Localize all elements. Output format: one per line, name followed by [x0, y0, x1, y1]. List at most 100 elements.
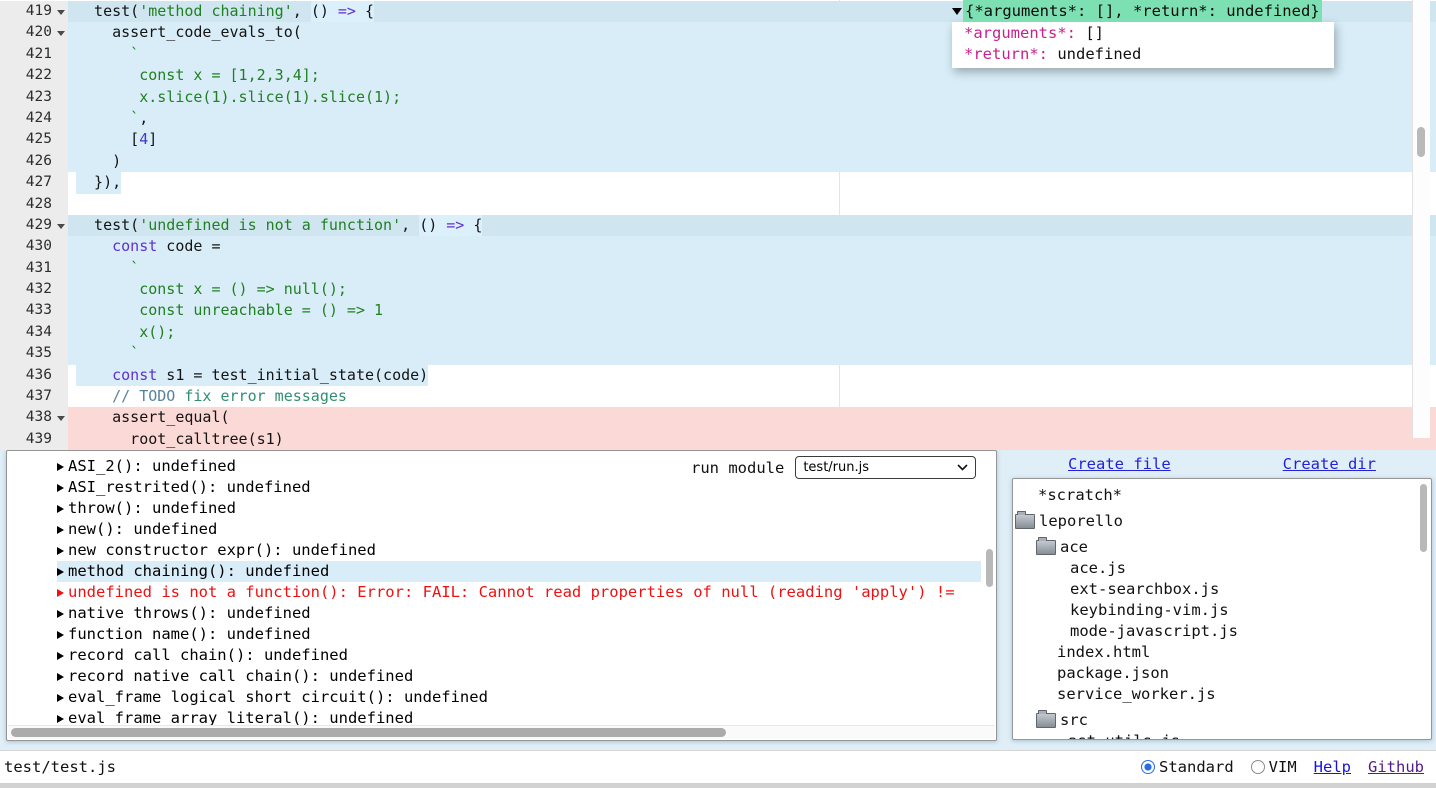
test-result-item[interactable]: ASI_restrited(): undefined [57, 477, 981, 498]
code-text[interactable]: const unreachable = () => 1 [68, 300, 1436, 321]
result-expand-icon[interactable] [57, 505, 64, 513]
code-text[interactable]: [4] [68, 129, 1436, 150]
code-line[interactable]: 426 ) [0, 151, 1436, 172]
keybinding-standard-option[interactable]: Standard [1141, 758, 1234, 776]
code-text[interactable]: // TODO fix error messages [68, 386, 1436, 407]
code-text[interactable]: }), [68, 172, 1436, 193]
code-text[interactable] [68, 194, 1436, 215]
results-vertical-scrollbar-thumb[interactable] [986, 549, 993, 587]
code-line[interactable]: 425 [4] [0, 129, 1436, 150]
tree-item[interactable]: leporello [1013, 511, 1416, 532]
result-expand-icon[interactable] [57, 694, 64, 702]
fold-arrow-icon[interactable] [57, 31, 65, 36]
radio-selected-icon[interactable] [1141, 760, 1155, 774]
code-line[interactable]: 423 x.slice(1).slice(1).slice(1); [0, 87, 1436, 108]
help-link[interactable]: Help [1314, 758, 1351, 776]
code-line[interactable]: 433 const unreachable = () => 1 [0, 300, 1436, 321]
code-text[interactable]: const s1 = test_initial_state(code) [68, 365, 1436, 386]
test-result-item[interactable]: method chaining(): undefined [57, 561, 981, 582]
code-line[interactable]: 431 ` [0, 258, 1436, 279]
code-editor[interactable]: 419 test('method chaining', () => {420 a… [0, 0, 1436, 439]
result-expand-icon[interactable] [57, 547, 64, 555]
tree-item[interactable]: ace.js [1013, 558, 1416, 579]
code-text[interactable]: x.slice(1).slice(1).slice(1); [68, 87, 1436, 108]
results-horizontal-scrollbar-thumb[interactable] [11, 728, 726, 737]
code-line[interactable]: 428 [0, 194, 1436, 215]
code-text[interactable]: root_calltree(s1) [68, 429, 1436, 450]
fold-arrow-icon[interactable] [57, 10, 65, 15]
code-line[interactable]: 434 x(); [0, 322, 1436, 343]
test-result-item[interactable]: eval_frame array_literal(): undefined [57, 708, 981, 725]
code-text[interactable]: assert_equal( [68, 407, 1436, 428]
code-text[interactable]: ` [68, 258, 1436, 279]
result-expand-icon[interactable] [57, 610, 64, 618]
code-text[interactable]: ) [68, 151, 1436, 172]
result-expand-icon[interactable] [57, 673, 64, 681]
tree-item[interactable]: index.html [1013, 642, 1416, 663]
collapse-triangle-icon[interactable] [952, 8, 962, 15]
code-line[interactable]: 435 ` [0, 343, 1436, 364]
result-label: eval_frame array_literal(): undefined [68, 708, 413, 725]
code-line[interactable]: 427 }), [0, 172, 1436, 193]
code-line[interactable]: 439 root_calltree(s1) [0, 429, 1436, 450]
result-expand-icon[interactable] [57, 589, 64, 597]
tree-item[interactable]: package.json [1013, 663, 1416, 684]
test-result-item[interactable]: new constructor expr(): undefined [57, 540, 981, 561]
tree-item[interactable]: service_worker.js [1013, 684, 1416, 705]
test-result-item[interactable]: new(): undefined [57, 519, 981, 540]
code-line[interactable]: 422 const x = [1,2,3,4]; [0, 65, 1436, 86]
result-expand-icon[interactable] [57, 631, 64, 639]
code-text[interactable]: test('undefined is not a function', () =… [68, 215, 1436, 236]
tree-item[interactable]: src [1013, 710, 1416, 731]
test-result-item[interactable]: undefined is not a function(): Error: FA… [57, 582, 981, 603]
tree-item[interactable]: *scratch* [1013, 485, 1416, 506]
fold-arrow-icon[interactable] [57, 416, 65, 421]
test-result-item[interactable]: throw(): undefined [57, 498, 981, 519]
tree-vertical-scrollbar-thumb[interactable] [1420, 484, 1427, 552]
editor-scrollbar[interactable] [1412, 0, 1430, 438]
github-link[interactable]: Github [1368, 758, 1424, 776]
run-module-select[interactable]: test/run.js [795, 456, 976, 479]
result-expand-icon[interactable] [57, 463, 64, 471]
result-expand-icon[interactable] [57, 568, 64, 576]
code-text[interactable]: const x = () => null(); [68, 279, 1436, 300]
results-horizontal-scrollbar[interactable] [8, 725, 995, 739]
code-text[interactable]: const x = [1,2,3,4]; [68, 65, 1436, 86]
radio-unselected-icon[interactable] [1251, 760, 1265, 774]
result-expand-icon[interactable] [57, 652, 64, 660]
tree-item[interactable]: ext-searchbox.js [1013, 579, 1416, 600]
code-line[interactable]: 437 // TODO fix error messages [0, 386, 1436, 407]
tree-item[interactable]: ace [1013, 537, 1416, 558]
result-expand-icon[interactable] [57, 526, 64, 534]
create-dir-link[interactable]: Create dir [1283, 455, 1376, 473]
editor-scrollbar-thumb[interactable] [1417, 127, 1425, 157]
code-text[interactable]: ` [68, 343, 1436, 364]
code-line[interactable]: 429 test('undefined is not a function', … [0, 215, 1436, 236]
result-expand-icon[interactable] [57, 484, 64, 492]
code-text[interactable]: const code = [68, 236, 1436, 257]
fold-arrow-icon[interactable] [57, 224, 65, 229]
value-popup-row[interactable]: *arguments*: [] [964, 23, 1328, 44]
tree-item[interactable]: mode-javascript.js [1013, 621, 1416, 642]
value-inspector-popup[interactable]: {*arguments*: [], *return*: undefined} *… [952, 0, 1334, 68]
code-line[interactable]: 432 const x = () => null(); [0, 279, 1436, 300]
code-line[interactable]: 438 assert_equal( [0, 407, 1436, 428]
value-popup-row[interactable]: *return*: undefined [964, 44, 1328, 65]
code-line[interactable]: 436 const s1 = test_initial_state(code) [0, 365, 1436, 386]
value-popup-summary[interactable]: {*arguments*: [], *return*: undefined} [963, 0, 1322, 22]
keybinding-vim-option[interactable]: VIM [1251, 758, 1297, 776]
value-popup-header[interactable]: {*arguments*: [], *return*: undefined} [952, 0, 1334, 22]
test-result-item[interactable]: record native call chain(): undefined [57, 666, 981, 687]
code-text[interactable]: `, [68, 108, 1436, 129]
result-expand-icon[interactable] [57, 715, 64, 723]
code-text[interactable]: x(); [68, 322, 1436, 343]
code-line[interactable]: 430 const code = [0, 236, 1436, 257]
test-result-item[interactable]: record call chain(): undefined [57, 645, 981, 666]
test-result-item[interactable]: native throws(): undefined [57, 603, 981, 624]
tree-item[interactable]: ast_utils.js [1013, 731, 1416, 739]
test-result-item[interactable]: eval_frame logical short circuit(): unde… [57, 687, 981, 708]
tree-item[interactable]: keybinding-vim.js [1013, 600, 1416, 621]
code-line[interactable]: 424 `, [0, 108, 1436, 129]
test-result-item[interactable]: function name(): undefined [57, 624, 981, 645]
create-file-link[interactable]: Create file [1068, 455, 1171, 473]
